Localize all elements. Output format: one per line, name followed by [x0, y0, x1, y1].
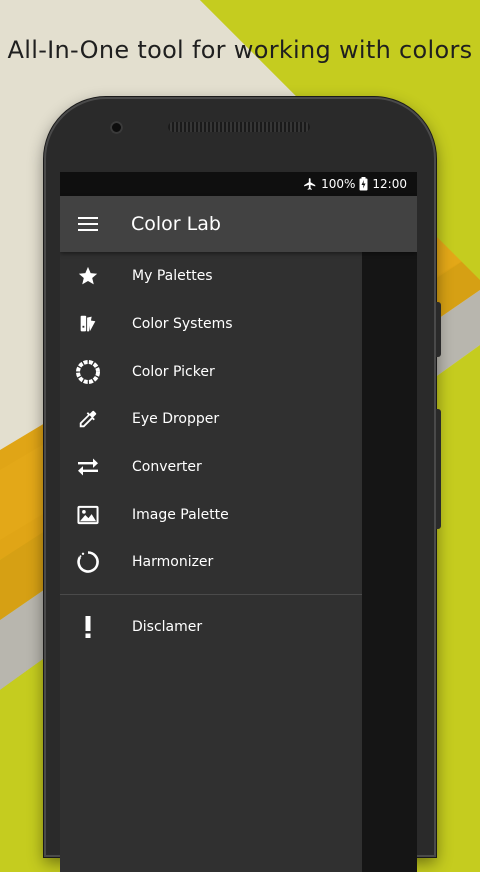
drawer-divider: [60, 594, 362, 596]
color-fan-icon: [60, 300, 116, 348]
front-camera: [110, 121, 123, 134]
drawer-item-my-palettes[interactable]: My Palettes: [60, 253, 362, 301]
drawer-item-label: Disclamer: [132, 619, 203, 636]
color-wheel-icon: [60, 348, 116, 396]
drawer-item-eye-dropper[interactable]: Eye Dropper: [60, 396, 362, 444]
drawer-item-label: Eye Dropper: [132, 411, 220, 428]
airplane-icon: [303, 177, 317, 191]
drawer-item-label: Harmonizer: [132, 554, 214, 571]
hamburger-menu-icon[interactable]: [60, 196, 116, 252]
drawer-item-converter[interactable]: Converter: [60, 443, 362, 491]
phone-volume-button: [436, 409, 441, 529]
phone-frame: 100% 12:00 Color Lab My Palettes Color S…: [44, 97, 441, 872]
status-bar: 100% 12:00: [60, 172, 417, 196]
swap-arrows-icon: [60, 443, 116, 491]
image-icon: [60, 491, 116, 539]
app-toolbar: Color Lab: [60, 196, 417, 252]
eyedropper-icon: [60, 396, 116, 444]
navigation-drawer: My Palettes Color Systems Color Picker E…: [60, 252, 362, 872]
clock: 12:00: [372, 177, 407, 191]
drawer-item-disclaimer[interactable]: Disclamer: [60, 603, 362, 651]
harmonizer-ring-icon: [60, 539, 116, 587]
app-title: Color Lab: [131, 213, 221, 235]
promo-headline: All-In-One tool for working with colors: [7, 36, 473, 64]
phone-side-button: [436, 302, 441, 357]
battery-charging-icon: [359, 177, 368, 191]
drawer-item-image-palette[interactable]: Image Palette: [60, 491, 362, 539]
battery-percent: 100%: [321, 177, 356, 191]
drawer-item-color-systems[interactable]: Color Systems: [60, 300, 362, 348]
drawer-item-label: My Palettes: [132, 268, 213, 285]
drawer-item-label: Color Systems: [132, 316, 233, 333]
exclamation-icon: [60, 603, 116, 651]
drawer-item-label: Color Picker: [132, 363, 215, 380]
drawer-item-harmonizer[interactable]: Harmonizer: [60, 539, 362, 587]
drawer-item-label: Converter: [132, 459, 202, 476]
star-icon: [60, 253, 116, 301]
drawer-item-color-picker[interactable]: Color Picker: [60, 348, 362, 396]
phone-speaker: [168, 122, 310, 132]
drawer-item-label: Image Palette: [132, 506, 229, 523]
phone-screen: 100% 12:00 Color Lab My Palettes Color S…: [60, 172, 417, 872]
